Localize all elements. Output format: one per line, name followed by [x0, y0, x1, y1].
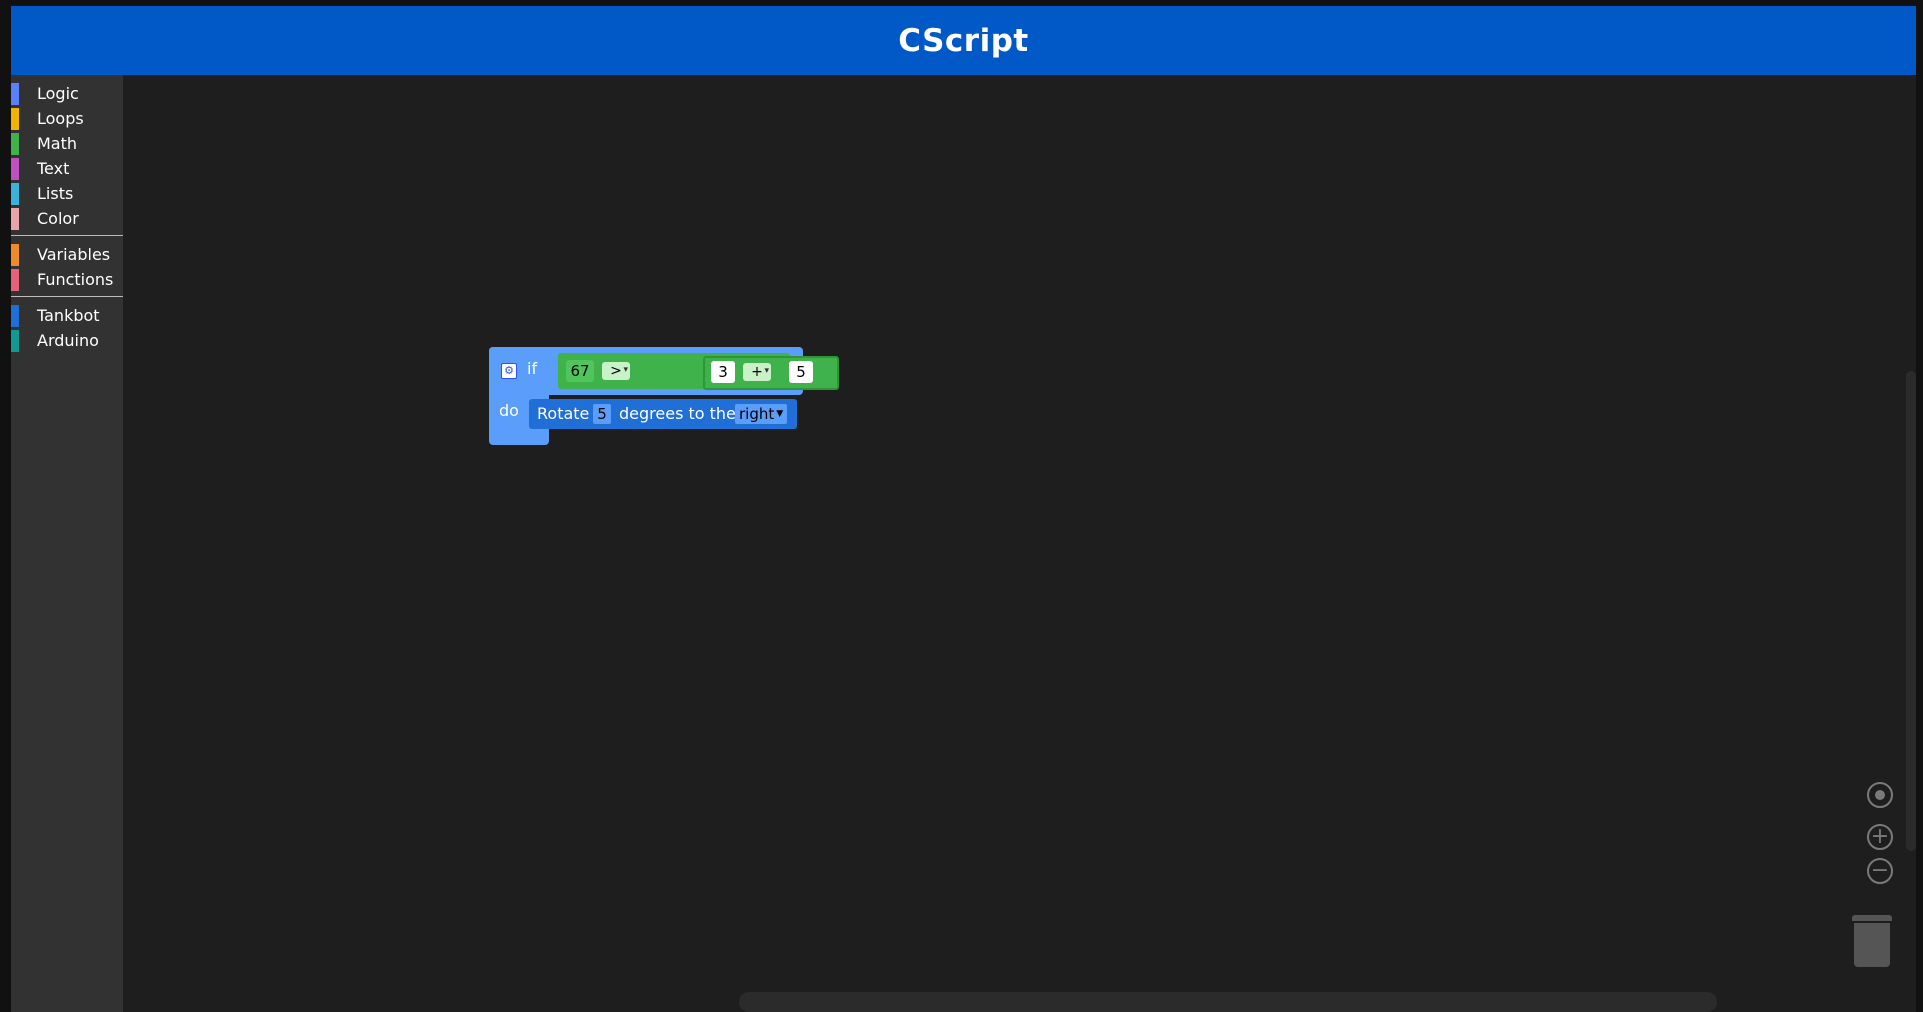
category-color-swatch: [11, 132, 19, 155]
app-header: CScript: [11, 6, 1916, 75]
recenter-icon[interactable]: [1867, 782, 1893, 808]
category-color-swatch: [11, 207, 19, 230]
category-color-swatch: [11, 243, 19, 266]
category-label: Math: [37, 134, 78, 153]
app-window: CScript Logic Loops Math Text Lists Colo…: [11, 6, 1916, 1012]
toolbox-separator: [11, 235, 123, 236]
category-label: Color: [37, 209, 79, 228]
toolbox-category-text[interactable]: Text: [11, 156, 123, 181]
rotate-degrees-field[interactable]: 5: [593, 404, 611, 424]
trash-lid: [1852, 915, 1892, 921]
category-color-swatch: [11, 82, 19, 105]
toolbox-category-loops[interactable]: Loops: [11, 106, 123, 131]
gear-icon[interactable]: ⚙: [501, 363, 517, 379]
category-label: Functions: [37, 270, 114, 289]
compare-left-number[interactable]: 67: [566, 360, 594, 382]
toolbox-category-arduino[interactable]: Arduino: [11, 328, 123, 353]
arithmetic-block[interactable]: 3 + 5: [703, 356, 839, 390]
blocks-workspace[interactable]: ⚙ if do 67 > 3 + 5 Rotate 5 degrees to t…: [123, 75, 1916, 1012]
category-label: Logic: [37, 84, 79, 103]
horizontal-scrollbar[interactable]: [739, 992, 1717, 1012]
zoom-in-icon[interactable]: +: [1867, 824, 1893, 850]
category-label: Lists: [37, 184, 74, 203]
compare-block[interactable]: 67 > 3 + 5: [558, 353, 839, 390]
trash-icon[interactable]: [1854, 923, 1890, 967]
rotate-block[interactable]: Rotate 5 degrees to the right ▼: [529, 399, 797, 429]
rotate-direction-value: right: [739, 405, 775, 423]
category-label: Variables: [37, 245, 111, 264]
if-block-body: [489, 347, 549, 445]
do-keyword: do: [499, 401, 519, 420]
if-block[interactable]: ⚙ if do 67 > 3 + 5 Rotate 5 degrees to t…: [489, 347, 839, 445]
chevron-down-icon: ▼: [776, 409, 784, 419]
compare-operator-dropdown[interactable]: >: [602, 361, 630, 380]
toolbox-category-logic[interactable]: Logic: [11, 81, 123, 106]
toolbox-separator: [11, 296, 123, 297]
category-label: Tankbot: [37, 306, 100, 325]
toolbox-category-variables[interactable]: Variables: [11, 242, 123, 267]
arith-left-number[interactable]: 3: [711, 361, 735, 383]
toolbox-category-math[interactable]: Math: [11, 131, 123, 156]
rotate-label: Rotate: [537, 404, 590, 423]
rotate-middle-label: degrees to the: [619, 404, 736, 423]
if-keyword: if: [527, 359, 538, 378]
category-color-swatch: [11, 304, 19, 327]
app-title: CScript: [898, 22, 1029, 59]
arith-right-number[interactable]: 5: [789, 361, 813, 383]
toolbox: Logic Loops Math Text Lists Color Variab…: [11, 75, 124, 1012]
category-label: Arduino: [37, 331, 99, 350]
category-color-swatch: [11, 182, 19, 205]
toolbox-category-tankbot[interactable]: Tankbot: [11, 303, 123, 328]
category-color-swatch: [11, 107, 19, 130]
toolbox-category-color[interactable]: Color: [11, 206, 123, 231]
category-color-swatch: [11, 268, 19, 291]
vertical-scrollbar[interactable]: [1906, 371, 1916, 851]
arith-operator-dropdown[interactable]: +: [743, 362, 771, 381]
category-label: Loops: [37, 109, 84, 128]
rotate-direction-dropdown[interactable]: right ▼: [735, 404, 788, 424]
toolbox-category-lists[interactable]: Lists: [11, 181, 123, 206]
category-color-swatch: [11, 329, 19, 352]
category-label: Text: [37, 159, 70, 178]
toolbox-category-functions[interactable]: Functions: [11, 267, 123, 292]
category-color-swatch: [11, 157, 19, 180]
zoom-out-icon[interactable]: −: [1867, 858, 1893, 884]
